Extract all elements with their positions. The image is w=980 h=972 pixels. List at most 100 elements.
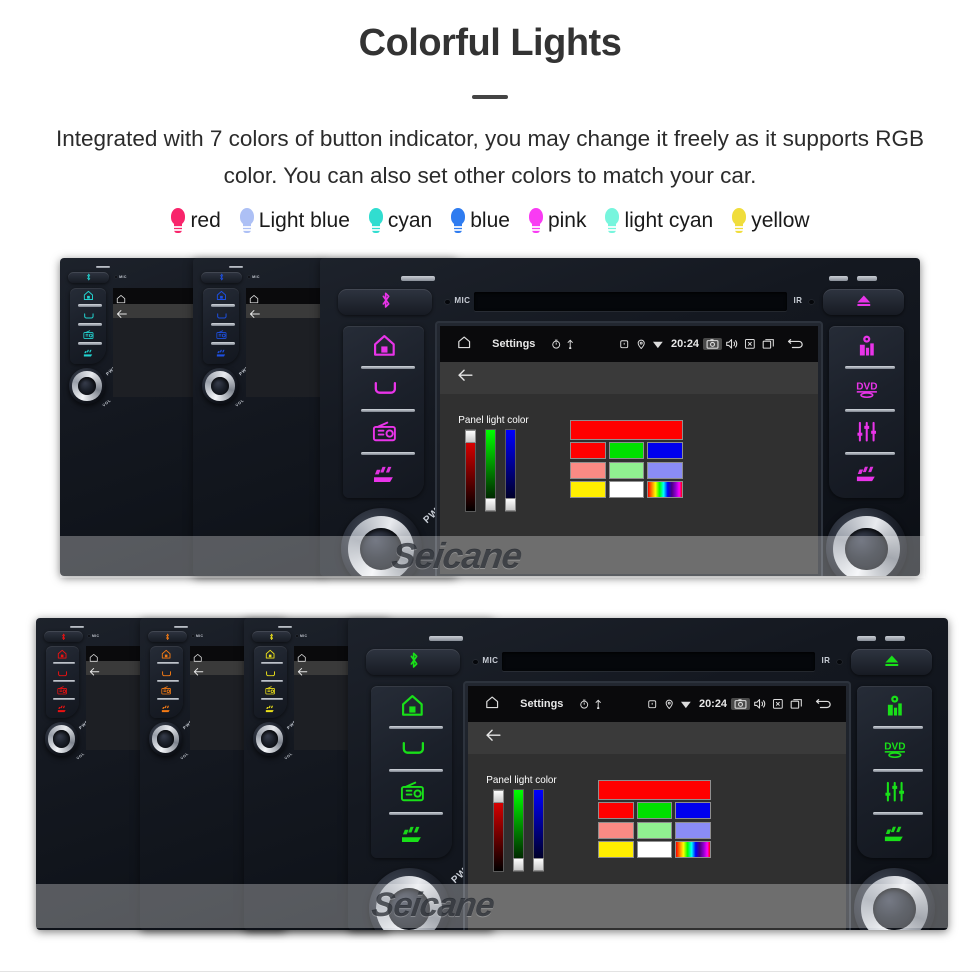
power-volume-knob[interactable] bbox=[148, 722, 183, 757]
unit-magenta[interactable]: MICIRPWRVOLDVDTUNENTSettings20:24Panel l… bbox=[320, 258, 920, 576]
home-icon[interactable] bbox=[457, 335, 471, 352]
home-button[interactable] bbox=[371, 686, 452, 729]
swatch-0-0[interactable] bbox=[598, 802, 635, 820]
swatch-2-1[interactable] bbox=[608, 481, 645, 499]
back-button[interactable] bbox=[203, 307, 239, 326]
tune-enter-knob[interactable] bbox=[826, 508, 907, 576]
back-button[interactable] bbox=[343, 369, 424, 412]
back-icon[interactable] bbox=[778, 338, 807, 350]
swatch-1-0[interactable] bbox=[598, 821, 635, 839]
swatch-1-2[interactable] bbox=[646, 461, 683, 479]
red-slider[interactable] bbox=[492, 789, 504, 873]
bluetooth-button[interactable] bbox=[366, 649, 461, 676]
power-volume-knob[interactable] bbox=[44, 722, 79, 757]
home-button[interactable] bbox=[46, 646, 80, 665]
power-volume-knob[interactable] bbox=[368, 868, 450, 930]
radio-button[interactable] bbox=[254, 682, 288, 701]
swatch-0-2[interactable] bbox=[674, 802, 711, 820]
back-button[interactable] bbox=[371, 729, 452, 772]
swatch-2-0[interactable] bbox=[598, 841, 635, 859]
bluetooth-button[interactable] bbox=[251, 631, 291, 642]
radio-button[interactable] bbox=[70, 326, 106, 345]
sd-button[interactable] bbox=[254, 700, 288, 718]
sd-button[interactable] bbox=[46, 700, 80, 718]
green-slider[interactable] bbox=[513, 789, 525, 873]
power-volume-knob[interactable] bbox=[69, 368, 105, 404]
swatch-0-0[interactable] bbox=[570, 442, 607, 460]
touch-display[interactable]: Settings 20:24 Panel light color bbox=[440, 325, 819, 574]
back-button[interactable] bbox=[70, 307, 106, 326]
home-button[interactable] bbox=[70, 288, 106, 307]
red-slider[interactable] bbox=[464, 429, 476, 513]
back-arrow-icon[interactable] bbox=[485, 728, 502, 747]
swatch-0-2[interactable] bbox=[646, 442, 683, 460]
green-slider[interactable] bbox=[485, 429, 497, 513]
sd-button[interactable] bbox=[70, 345, 106, 364]
slider-thumb[interactable] bbox=[505, 497, 517, 512]
slider-thumb[interactable] bbox=[533, 857, 545, 872]
swatch-1-1[interactable] bbox=[636, 821, 673, 839]
sd-button[interactable] bbox=[343, 455, 424, 498]
equalizer-button[interactable] bbox=[857, 772, 933, 815]
touch-display[interactable]: Settings 20:24 Panel light color bbox=[468, 685, 847, 930]
back-button[interactable] bbox=[150, 664, 184, 683]
blue-slider[interactable] bbox=[533, 789, 545, 873]
bluetooth-button[interactable] bbox=[147, 631, 187, 642]
unit-green[interactable]: MICIRPWRVOLDVDTUNENTSettings20:24Panel l… bbox=[348, 618, 948, 930]
volume-icon[interactable] bbox=[722, 338, 741, 350]
power-volume-knob[interactable] bbox=[340, 508, 422, 576]
eject-button[interactable] bbox=[823, 289, 905, 316]
close-icon[interactable] bbox=[769, 698, 787, 710]
power-volume-knob[interactable] bbox=[252, 722, 287, 757]
bluetooth-button[interactable] bbox=[338, 289, 433, 316]
swatch-0-1[interactable] bbox=[608, 442, 645, 460]
disc-slot[interactable] bbox=[473, 291, 787, 312]
back-button[interactable] bbox=[254, 664, 288, 683]
sdcard-button[interactable] bbox=[857, 815, 933, 858]
blue-slider[interactable] bbox=[505, 429, 517, 513]
home-button[interactable] bbox=[343, 326, 424, 369]
bluetooth-button[interactable] bbox=[68, 271, 110, 284]
camera-icon[interactable] bbox=[731, 697, 751, 710]
swatch-1-2[interactable] bbox=[674, 821, 711, 839]
bluetooth-button[interactable] bbox=[43, 631, 83, 642]
swatch-rainbow[interactable] bbox=[646, 481, 683, 499]
dvd-button[interactable]: DVD bbox=[829, 369, 905, 412]
radio-button[interactable] bbox=[343, 412, 424, 455]
radio-button[interactable] bbox=[203, 326, 239, 345]
disc-slot[interactable] bbox=[501, 651, 815, 672]
navigation-button[interactable] bbox=[829, 326, 905, 369]
swatch-2-0[interactable] bbox=[570, 481, 607, 499]
camera-icon[interactable] bbox=[703, 337, 723, 350]
swatch-0-1[interactable] bbox=[636, 802, 673, 820]
radio-button[interactable] bbox=[46, 682, 80, 701]
navigation-button[interactable] bbox=[857, 686, 933, 729]
back-arrow-icon[interactable] bbox=[457, 368, 474, 387]
sd-button[interactable] bbox=[371, 815, 452, 858]
slider-thumb[interactable] bbox=[492, 790, 504, 804]
swatch-1-1[interactable] bbox=[608, 461, 645, 479]
slider-thumb[interactable] bbox=[485, 497, 497, 512]
bluetooth-button[interactable] bbox=[201, 271, 243, 284]
selected-color-preview[interactable] bbox=[570, 420, 683, 440]
home-icon[interactable] bbox=[485, 695, 499, 712]
eject-button[interactable] bbox=[851, 649, 933, 676]
equalizer-button[interactable] bbox=[829, 412, 905, 455]
slider-thumb[interactable] bbox=[513, 857, 525, 872]
radio-button[interactable] bbox=[150, 682, 184, 701]
back-icon[interactable] bbox=[806, 698, 835, 710]
recents-icon[interactable] bbox=[787, 698, 806, 710]
radio-button[interactable] bbox=[371, 772, 452, 815]
volume-icon[interactable] bbox=[750, 698, 769, 710]
back-button[interactable] bbox=[46, 664, 80, 683]
recents-icon[interactable] bbox=[759, 338, 778, 350]
tune-enter-knob[interactable] bbox=[854, 868, 935, 930]
swatch-rainbow[interactable] bbox=[674, 841, 711, 859]
home-button[interactable] bbox=[203, 288, 239, 307]
slider-thumb[interactable] bbox=[464, 430, 476, 444]
close-icon[interactable] bbox=[741, 338, 759, 350]
selected-color-preview[interactable] bbox=[598, 780, 711, 800]
home-button[interactable] bbox=[150, 646, 184, 665]
home-button[interactable] bbox=[254, 646, 288, 665]
power-volume-knob[interactable] bbox=[202, 368, 238, 404]
